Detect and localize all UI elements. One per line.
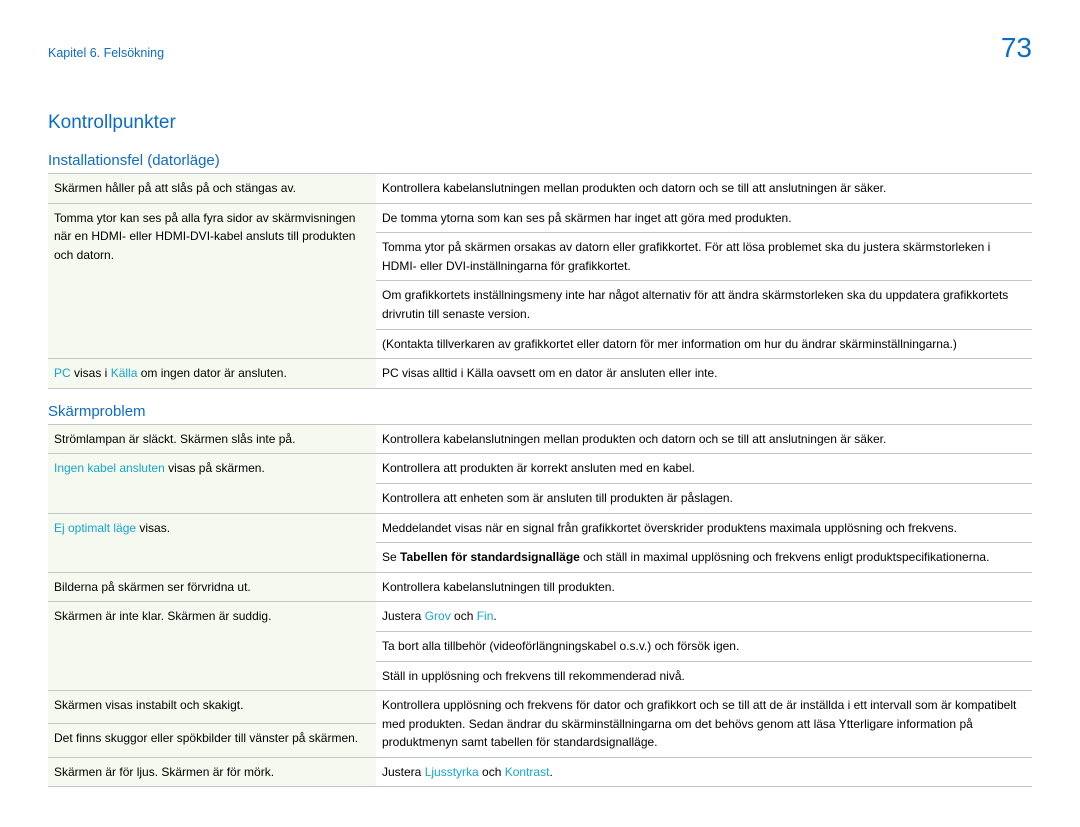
text: . [549,765,552,779]
section-heading-screen: Skärmproblem [48,403,1032,420]
solution-cell: Kontrollera att produkten är korrekt ans… [376,454,1032,484]
chapter-label: Kapitel 6. Felsökning [48,46,164,60]
table-row: Skärmen är för ljus. Skärmen är för mörk… [48,757,1032,787]
accent-text: Grov [425,609,451,623]
text: Se [382,550,400,564]
issue-cell: Det finns skuggor eller spökbilder till … [48,724,376,757]
solution-cell: Kontrollera kabelanslutningen mellan pro… [376,174,1032,204]
solution-cell: Kontrollera kabelanslutningen till produ… [376,572,1032,602]
page-header: Kapitel 6. Felsökning 73 [48,32,1032,64]
solution-cell: Ta bort alla tillbehör (videoförlängning… [376,631,1032,661]
issue-cell: Ej optimalt läge visas. [48,513,376,572]
issue-cell: Strömlampan är släckt. Skärmen slås inte… [48,424,376,454]
solution-cell: Justera Ljusstyrka och Kontrast. [376,757,1032,787]
section-heading-installation: Installationsfel (datorläge) [48,152,1032,169]
table-row: PC visas i Källa om ingen dator är anslu… [48,359,1032,389]
accent-text: Ingen kabel ansluten [54,461,165,475]
bold-text: Tabellen för standardsignalläge [400,550,580,564]
table-row: Tomma ytor kan ses på alla fyra sidor av… [48,203,1032,233]
solution-cell: Meddelandet visas när en signal från gra… [376,513,1032,543]
accent-text: Källa [111,366,138,380]
solution-cell: Kontrollera kabelanslutningen mellan pro… [376,424,1032,454]
manual-page: Kapitel 6. Felsökning 73 Kontrollpunkter… [0,0,1080,827]
accent-text: Fin [477,609,494,623]
issue-cell: Ingen kabel ansluten visas på skärmen. [48,454,376,513]
text: visas på skärmen. [165,461,265,475]
table-row: Ingen kabel ansluten visas på skärmen. K… [48,454,1032,484]
issue-cell: Bilderna på skärmen ser förvridna ut. [48,572,376,602]
solution-cell: Kontrollera upplösning och frekvens för … [376,691,1032,758]
screen-table: Strömlampan är släckt. Skärmen slås inte… [48,424,1032,788]
solution-cell: (Kontakta tillverkaren av grafikkortet e… [376,329,1032,359]
solution-cell: Om grafikkortets inställningsmeny inte h… [376,281,1032,329]
table-row: Strömlampan är släckt. Skärmen slås inte… [48,424,1032,454]
accent-text: Ej optimalt läge [54,521,136,535]
solution-cell: Kontrollera att enheten som är ansluten … [376,483,1032,513]
text: och [451,609,477,623]
accent-text: PC [54,366,71,380]
accent-text: Kontrast [505,765,550,779]
solution-cell: PC visas alltid i Källa oavsett om en da… [376,359,1032,389]
installation-table: Skärmen håller på att slås på och stänga… [48,173,1032,389]
table-row: Bilderna på skärmen ser förvridna ut. Ko… [48,572,1032,602]
page-number: 73 [1001,32,1032,64]
accent-text: Ljusstyrka [425,765,479,779]
solution-cell: Justera Grov och Fin. [376,602,1032,632]
text: Justera [382,609,425,623]
issue-cell: Skärmen visas instabilt och skakigt. [48,691,376,724]
text: Justera [382,765,425,779]
issue-cell: Tomma ytor kan ses på alla fyra sidor av… [48,203,376,359]
text: . [493,609,496,623]
table-row: Skärmen är inte klar. Skärmen är suddig.… [48,602,1032,632]
issue-cell: Skärmen håller på att slås på och stänga… [48,174,376,204]
issue-cell: Skärmen är för ljus. Skärmen är för mörk… [48,757,376,787]
text: om ingen dator är ansluten. [137,366,286,380]
table-row: Skärmen håller på att slås på och stänga… [48,174,1032,204]
text: och [479,765,505,779]
solution-cell: Se Tabellen för standardsignalläge och s… [376,543,1032,573]
solution-cell: Tomma ytor på skärmen orsakas av datorn … [376,233,1032,281]
table-row: Skärmen visas instabilt och skakigt. Kon… [48,691,1032,724]
page-title: Kontrollpunkter [48,112,1032,134]
text: visas. [136,521,170,535]
solution-cell: De tomma ytorna som kan ses på skärmen h… [376,203,1032,233]
text: visas i [71,366,111,380]
text: och ställ in maximal upplösning och frek… [580,550,990,564]
table-row: Ej optimalt läge visas. Meddelandet visa… [48,513,1032,543]
issue-cell: Skärmen är inte klar. Skärmen är suddig. [48,602,376,691]
issue-cell: PC visas i Källa om ingen dator är anslu… [48,359,376,389]
solution-cell: Ställ in upplösning och frekvens till re… [376,661,1032,691]
